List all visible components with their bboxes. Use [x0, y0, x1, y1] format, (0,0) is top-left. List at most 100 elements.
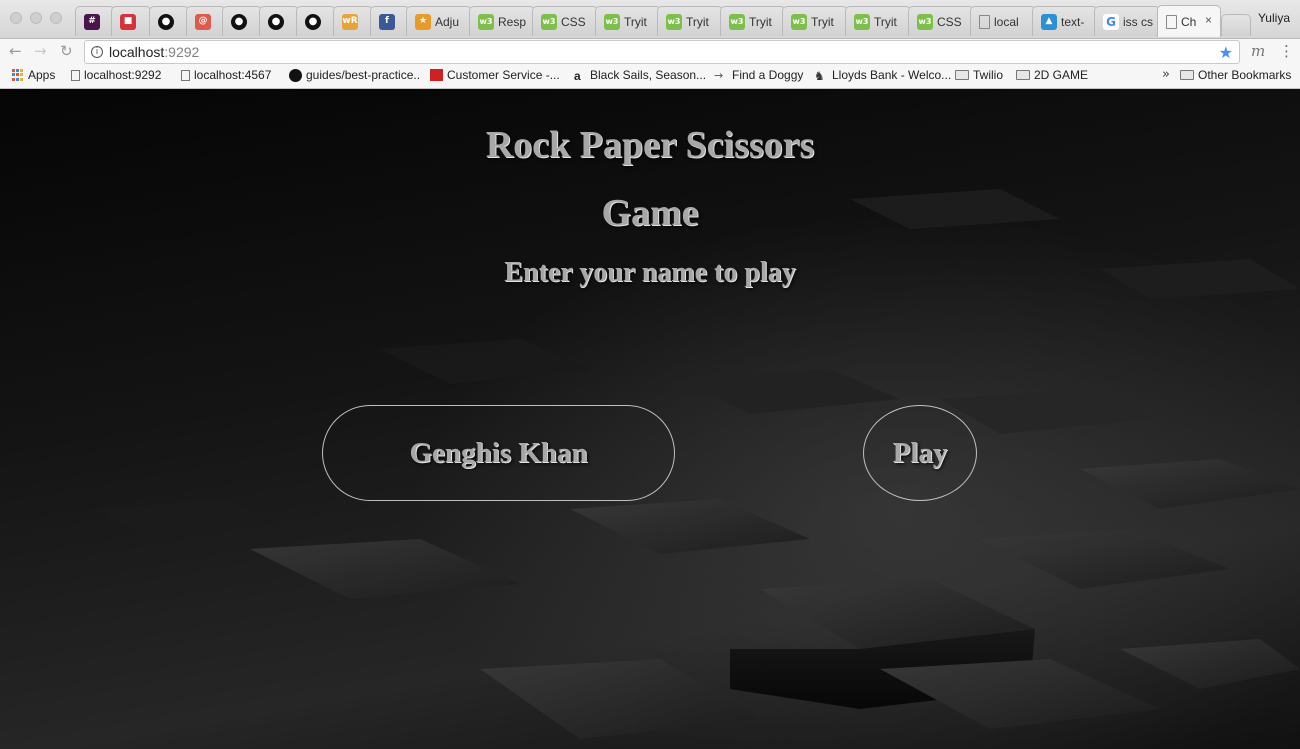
address-bar[interactable]: i localhost:9292 ★ — [84, 40, 1240, 64]
info-icon[interactable]: i — [91, 46, 103, 58]
github-icon: ● — [231, 13, 247, 30]
tab-label: Tryit — [686, 14, 709, 29]
close-window-button[interactable] — [10, 12, 22, 24]
document-icon — [1166, 14, 1177, 29]
tab-label: CSS — [937, 14, 962, 29]
bookmark-item[interactable]: 2D GAME — [1016, 68, 1088, 82]
w3schools-icon: w3 — [604, 13, 620, 30]
browser-tab[interactable]: local — [970, 6, 1036, 36]
browser-tab[interactable]: w3 Tryit — [657, 6, 723, 36]
bookmark-label: Find a Doggy — [732, 68, 804, 82]
w3schools-icon: w3 — [729, 13, 745, 30]
bookmark-item[interactable]: localhost:9292 — [71, 68, 161, 82]
browser-tab[interactable]: f — [370, 6, 410, 36]
browser-tab[interactable]: # — [75, 6, 115, 36]
bookmark-item[interactable]: localhost:4567 — [181, 68, 271, 82]
tab-label: Tryit — [624, 14, 647, 29]
browser-tab[interactable]: ■ — [111, 6, 151, 36]
bookmark-label: localhost:4567 — [194, 68, 272, 82]
bookmark-item[interactable]: a Black Sails, Season... — [574, 68, 707, 83]
browser-tab[interactable]: Giss cs — [1094, 6, 1160, 36]
browser-tab[interactable]: ● — [296, 6, 336, 36]
folder-icon — [1016, 70, 1030, 80]
tab-label: Resp — [498, 14, 527, 29]
browser-tab[interactable]: ● — [259, 6, 299, 36]
github-icon: ● — [305, 13, 321, 30]
browser-tab[interactable]: w3 Tryit — [720, 6, 786, 36]
other-bookmarks[interactable]: Other Bookmarks — [1180, 68, 1291, 82]
github-icon — [289, 68, 302, 82]
facebook-icon: f — [379, 13, 395, 30]
bookmark-label: Customer Service -... — [447, 68, 560, 82]
document-icon — [71, 69, 80, 81]
apps-icon — [12, 69, 24, 81]
browser-tab[interactable]: w3 Resp — [469, 6, 535, 36]
tab-label: text- — [1061, 14, 1085, 29]
page-title: Rock Paper Scissors — [485, 124, 815, 166]
minimize-window-button[interactable] — [30, 12, 42, 24]
tab-strip: # ■ ● @ ● ● ● wR f ★ Adju w3 Resp w3 CSS w3 Tryit w3 Tryit… — [0, 0, 1300, 38]
browser-tab[interactable]: w3 Tryit — [845, 6, 911, 36]
red-box-icon — [430, 69, 443, 81]
browser-tab[interactable]: w3 Tryit — [782, 6, 848, 36]
bookmark-item[interactable]: ♞ Lloyds Bank - Welco... — [814, 68, 952, 83]
bookmarks-bar: Apps localhost:9292 localhost:4567 guides/b… — [0, 64, 1300, 89]
bookmarks-overflow-icon[interactable]: » — [1162, 67, 1170, 82]
browser-toolbar: ← → ↻ i localhost:9292 ★ m ⋮ — [0, 38, 1300, 64]
w3schools-icon: w3 — [854, 13, 870, 30]
bookmark-label: Black Sails, Season... — [590, 68, 707, 82]
maximize-window-button[interactable] — [50, 12, 62, 24]
reload-icon[interactable]: ↻ — [60, 42, 73, 60]
horse-icon: ♞ — [814, 69, 825, 83]
browser-tab[interactable]: w3 Tryit — [595, 6, 661, 36]
browser-tab[interactable]: ● — [149, 6, 189, 36]
game-page: Rock Paper Scissors Game Enter your name… — [0, 89, 1300, 749]
browser-tab[interactable]: Ch × — [1157, 5, 1221, 37]
bookmark-label: Apps — [28, 68, 56, 82]
blue-cap-icon: ▲ — [1041, 13, 1057, 30]
close-tab-icon[interactable]: × — [1205, 13, 1212, 27]
folder-icon — [1180, 70, 1194, 80]
slack-icon: # — [84, 13, 100, 30]
browser-tab[interactable]: w3 CSS — [532, 6, 598, 36]
bookmark-label: guides/best-practice.. — [306, 68, 421, 82]
browser-tab[interactable]: ★ Adju — [406, 6, 472, 36]
player-name-input[interactable] — [322, 405, 675, 501]
tab-label: Tryit — [749, 14, 772, 29]
browser-tab[interactable]: @ — [186, 6, 226, 36]
orange-icon: ★ — [415, 13, 431, 30]
bookmark-item[interactable]: guides/best-practice.. — [289, 68, 420, 82]
w3schools-icon: w3 — [917, 13, 933, 30]
browser-tab[interactable]: wR — [333, 6, 373, 36]
forward-arrow-icon[interactable]: → — [34, 42, 47, 60]
extension-m-icon[interactable]: m — [1251, 42, 1265, 60]
bookmark-label: Lloyds Bank - Welco... — [832, 68, 952, 82]
bookmark-item[interactable]: Apps — [12, 68, 55, 82]
document-icon — [979, 14, 990, 29]
tab-label: CSS — [561, 14, 586, 29]
bookmark-star-icon[interactable]: ★ — [1219, 42, 1233, 64]
github-icon: ● — [268, 13, 284, 30]
new-tab-button[interactable] — [1221, 14, 1251, 36]
play-button[interactable]: Play — [863, 405, 977, 501]
amazon-icon: a — [574, 69, 581, 83]
document-icon — [181, 69, 190, 81]
browser-tab[interactable]: ▲ text- — [1032, 6, 1098, 36]
w3schools-icon: w3 — [791, 13, 807, 30]
tab-label: Tryit — [874, 14, 897, 29]
bookmark-item[interactable]: → Find a Doggy — [714, 68, 803, 82]
browser-tab[interactable]: w3 CSS — [908, 6, 974, 36]
tab-label: iss cs — [1123, 14, 1153, 29]
menu-kebab-icon[interactable]: ⋮ — [1279, 42, 1294, 60]
profile-name[interactable]: Yuliya — [1258, 11, 1290, 25]
name-prompt: Enter your name to play — [504, 257, 796, 288]
bookmark-item[interactable]: Twilio — [955, 68, 1003, 82]
bookmark-label: localhost:9292 — [84, 68, 162, 82]
other-bookmarks-label: Other Bookmarks — [1198, 68, 1292, 82]
wordreference-icon: wR — [342, 13, 358, 30]
back-arrow-icon[interactable]: ← — [9, 42, 22, 60]
url-host: localhost — [109, 44, 165, 60]
bookmark-item[interactable]: Customer Service -... — [430, 68, 560, 82]
red-book-icon: ■ — [120, 13, 136, 30]
browser-tab[interactable]: ● — [222, 6, 262, 36]
